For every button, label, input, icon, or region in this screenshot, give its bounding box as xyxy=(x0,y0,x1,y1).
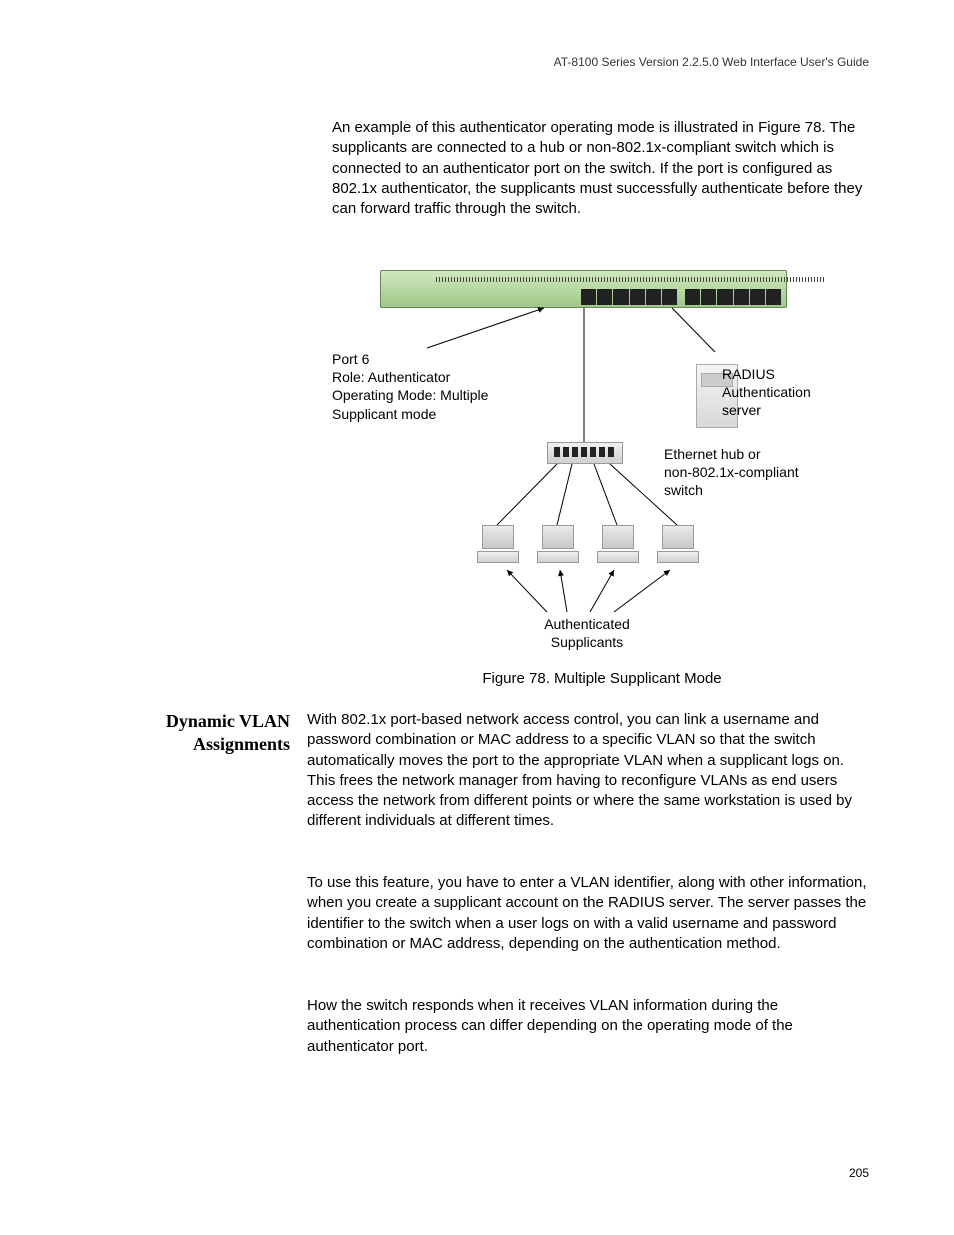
section-heading-line: Dynamic VLAN xyxy=(130,710,290,733)
intro-paragraph: An example of this authenticator operati… xyxy=(332,118,872,219)
body-paragraph-3: How the switch responds when it receives… xyxy=(307,996,869,1057)
body-paragraph-1: With 802.1x port-based network access co… xyxy=(307,710,869,832)
section-heading-line: Assignments xyxy=(130,733,290,756)
supplicant-pc-icon xyxy=(597,525,639,565)
hub-label-line: switch xyxy=(664,481,834,499)
radius-label-line: server xyxy=(722,401,852,419)
ethernet-hub-icon xyxy=(547,442,623,464)
radius-label-line: RADIUS xyxy=(722,365,852,383)
network-switch-icon xyxy=(380,270,787,308)
port-label-line: Port 6 xyxy=(332,350,512,368)
section-heading: Dynamic VLAN Assignments xyxy=(130,710,290,757)
supplicant-pc-icon xyxy=(477,525,519,565)
port-label-line: Operating Mode: Multiple xyxy=(332,386,512,404)
port-6-label: Port 6 Role: Authenticator Operating Mod… xyxy=(332,350,512,423)
supplicants-label: Authenticated Supplicants xyxy=(497,615,677,651)
radius-label: RADIUS Authentication server xyxy=(722,365,852,420)
body-paragraph-2: To use this feature, you have to enter a… xyxy=(307,873,869,954)
hub-label-line: non-802.1x-compliant xyxy=(664,463,834,481)
page-header: AT-8100 Series Version 2.2.5.0 Web Inter… xyxy=(554,55,869,69)
radius-label-line: Authentication xyxy=(722,383,852,401)
supplicant-pc-icon xyxy=(657,525,699,565)
figure-78: Port 6 Role: Authenticator Operating Mod… xyxy=(332,260,872,680)
port-label-line: Supplicant mode xyxy=(332,405,512,423)
port-label-line: Role: Authenticator xyxy=(332,368,512,386)
hub-label-line: Ethernet hub or xyxy=(664,445,834,463)
supplicants-label-line: Supplicants xyxy=(497,633,677,651)
page-number: 205 xyxy=(849,1166,869,1180)
figure-caption: Figure 78. Multiple Supplicant Mode xyxy=(332,670,872,687)
supplicant-pc-icon xyxy=(537,525,579,565)
hub-label: Ethernet hub or non-802.1x-compliant swi… xyxy=(664,445,834,500)
supplicants-label-line: Authenticated xyxy=(497,615,677,633)
